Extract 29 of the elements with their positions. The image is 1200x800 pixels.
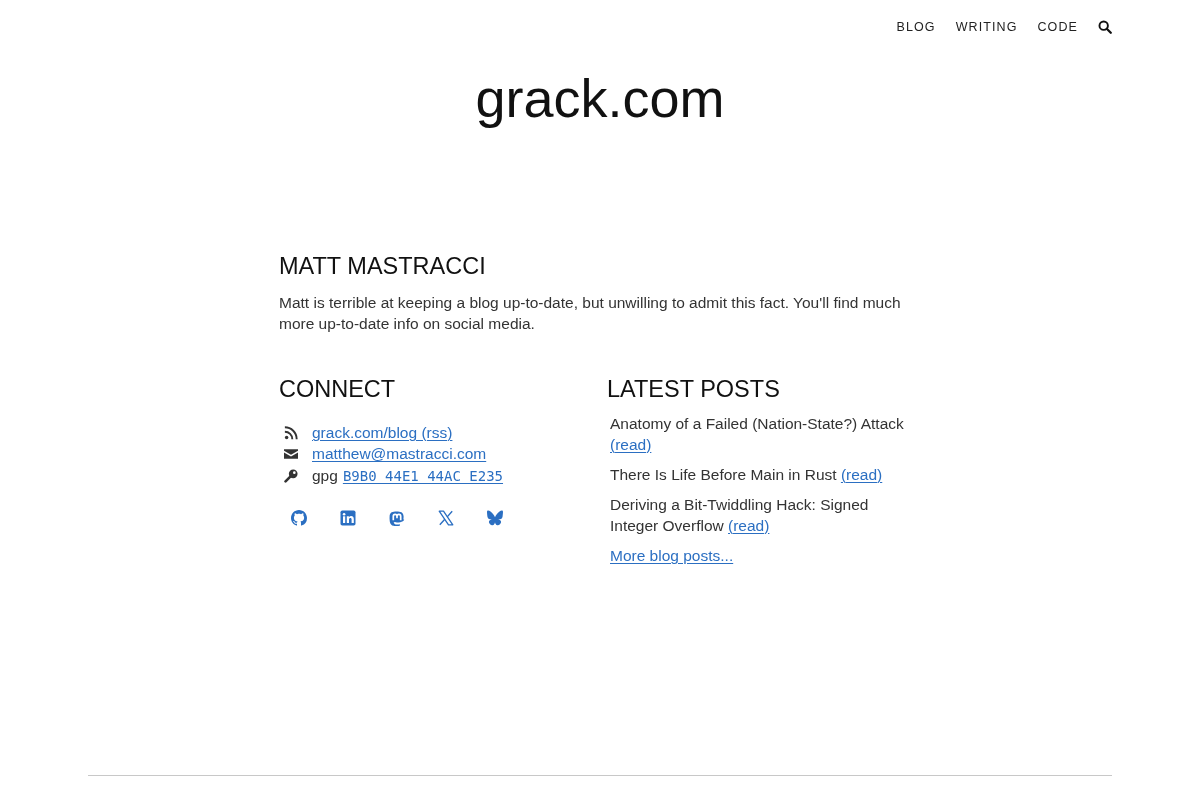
read-link[interactable]: (read) [840,465,883,483]
read-link[interactable]: (read) [728,516,770,534]
gpg-label: gpg [312,466,338,485]
nav-link[interactable]: CODE [1037,16,1078,38]
butterfly-icon[interactable] [487,509,503,526]
post-entry: There Is Life Before Main in Rust (read) [610,464,884,485]
mastodon-icon[interactable] [389,509,405,526]
envelope-icon [284,447,298,462]
gpg-key-link[interactable]: B9B0 44E1 44AC E235 [342,467,504,484]
intro-paragraph: Matt is terrible at keeping a blog up-to-date, but unwilling to admit this fact. You'll find much more up-to-date info on social media. [279,293,902,334]
search-button[interactable] [1098,20,1112,34]
section-heading: MATT MASTRACCI [279,252,487,281]
rss-icon [284,425,298,440]
x-logo-icon[interactable] [438,509,454,526]
site-title: grack.com [474,67,726,130]
search-icon [1098,20,1112,34]
nav-link[interactable]: BLOG [896,16,936,38]
nav-link[interactable]: WRITING [955,16,1018,38]
linkedin-icon[interactable] [340,509,356,526]
section-heading: CONNECT [279,375,397,404]
email-link[interactable]: matthew@mastracci.com [312,445,487,464]
read-link[interactable]: (read) [610,435,652,453]
key-icon [284,468,298,483]
github-icon[interactable] [291,509,307,526]
post-entry: Anatomy of a Failed (Nation-State?) Attack (read) [610,413,905,455]
more-posts-link[interactable]: More blog posts... [610,546,734,564]
post-entry: Deriving a Bit-Twiddling Hack: Signed Integer Overflow (read) [610,494,870,536]
section-heading: LATEST POSTS [607,375,781,404]
blog-link[interactable]: grack.com/blog (rss) [312,423,453,442]
